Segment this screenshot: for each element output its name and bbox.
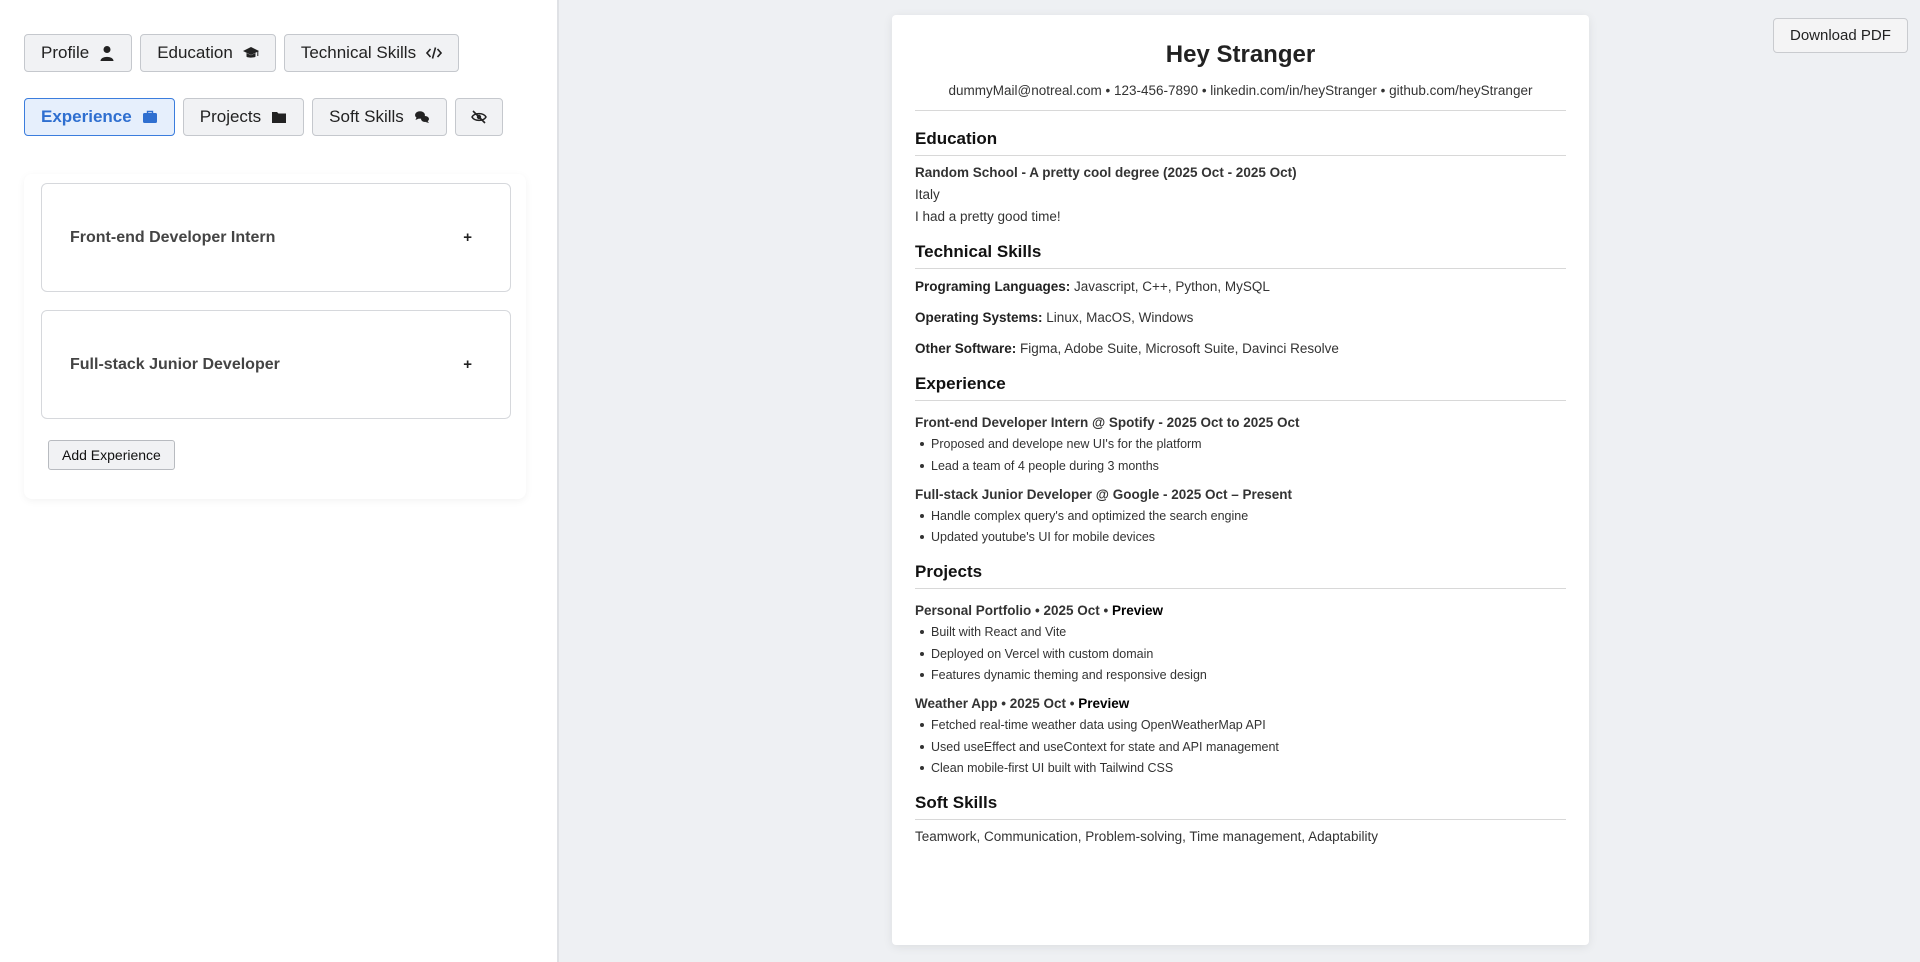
tab-label: Projects (199, 107, 262, 126)
project-bullets: Fetched real-time weather data using Ope… (915, 718, 1566, 775)
skill-value: Figma, Adobe Suite, Microsoft Suite, Dav… (1016, 341, 1339, 356)
resume-projects-section: Projects Personal Portfolio • 2025 Oct •… (915, 562, 1566, 775)
resume-education-section: Education Random School - A pretty cool … (915, 129, 1566, 224)
skill-label: Programing Languages: (915, 279, 1071, 294)
resume-soft-skills-section: Soft Skills Teamwork, Communication, Pro… (915, 793, 1566, 844)
section-tabs-row-1: Profile Education Technical Skills (24, 34, 460, 72)
skill-value: Javascript, C++, Python, MySQL (1070, 279, 1270, 294)
code-icon (426, 45, 443, 61)
expand-toggle[interactable]: + (463, 229, 472, 246)
list-item: Lead a team of 4 people during 3 months (915, 459, 1566, 473)
tab-technical-skills[interactable]: Technical Skills (283, 34, 460, 72)
project-preview-link[interactable]: Preview (1078, 696, 1129, 711)
education-description: I had a pretty good time! (915, 209, 1061, 224)
project-title: Weather App • 2025 Oct • (915, 696, 1079, 711)
toggle-preview-button[interactable] (454, 98, 503, 136)
tab-projects[interactable]: Projects (182, 98, 305, 136)
tab-education[interactable]: Education (140, 34, 276, 72)
skill-label: Other Software: (915, 341, 1017, 356)
job-heading: Front-end Developer Intern @ Spotify - 2… (915, 415, 1300, 430)
tab-experience[interactable]: Experience (24, 98, 175, 136)
list-item: Fetched real-time weather data using Ope… (915, 718, 1566, 732)
resume-name: Hey Stranger (1165, 41, 1316, 68)
download-pdf-button[interactable]: Download PDF (1773, 18, 1908, 53)
list-item: Proposed and develope new UI's for the p… (915, 437, 1566, 451)
comments-icon (414, 109, 430, 125)
skill-languages: Programing Languages: Javascript, C++, P… (915, 279, 1566, 294)
user-icon (99, 45, 115, 61)
tab-soft-skills[interactable]: Soft Skills (312, 98, 447, 136)
section-title: Education (915, 129, 1566, 156)
section-title: Projects (915, 562, 1566, 589)
tab-label: Technical Skills (300, 43, 417, 62)
resume-contact: dummyMail@notreal.com • 123-456-7890 • l… (915, 83, 1566, 111)
folder-icon (271, 109, 287, 125)
soft-skills-text: Teamwork, Communication, Problem-solving… (915, 829, 1378, 844)
tab-label: Soft Skills (329, 107, 404, 126)
add-experience-button[interactable]: Add Experience (48, 440, 175, 470)
project-entry: Weather App • 2025 Oct • Preview Fetched… (915, 696, 1566, 775)
list-item: Handle complex query's and optimized the… (915, 509, 1566, 523)
graduation-cap-icon (242, 45, 259, 61)
skill-software: Other Software: Figma, Adobe Suite, Micr… (915, 341, 1566, 356)
list-item: Updated youtube's UI for mobile devices (915, 530, 1566, 544)
tab-label: Education (157, 43, 233, 62)
education-location: Italy (915, 187, 940, 202)
list-item: Clean mobile-first UI built with Tailwin… (915, 761, 1566, 775)
expand-toggle[interactable]: + (463, 356, 472, 373)
editor-sidebar: Profile Education Technical Skills Exper… (0, 0, 559, 962)
list-item: Built with React and Vite (915, 625, 1566, 639)
experience-panel: Front-end Developer Intern + Full-stack … (24, 174, 526, 499)
job-bullets: Proposed and develope new UI's for the p… (915, 437, 1566, 473)
skill-value: Linux, MacOS, Windows (1042, 310, 1194, 325)
briefcase-icon (142, 109, 158, 125)
job-heading: Full-stack Junior Developer @ Google - 2… (915, 486, 1293, 502)
project-title: Personal Portfolio • 2025 Oct • (915, 603, 1113, 618)
job-entry: Front-end Developer Intern @ Spotify - 2… (915, 415, 1566, 473)
project-heading: Weather App • 2025 Oct • Preview (915, 696, 1566, 711)
tab-profile[interactable]: Profile (24, 34, 133, 72)
eye-slash-icon (470, 109, 487, 125)
project-bullets: Built with React and Vite Deployed on Ve… (915, 625, 1566, 682)
skill-label: Operating Systems: (915, 310, 1043, 325)
resume-experience-section: Experience Front-end Developer Intern @ … (915, 374, 1566, 544)
education-heading: Random School - A pretty cool degree (20… (915, 165, 1297, 180)
experience-item[interactable]: Full-stack Junior Developer + (41, 310, 511, 419)
section-title: Technical Skills (915, 242, 1566, 269)
resume-preview: Hey Stranger dummyMail@notreal.com • 123… (892, 15, 1589, 945)
section-title: Soft Skills (915, 793, 1566, 820)
experience-item-title: Full-stack Junior Developer (70, 355, 280, 373)
project-heading: Personal Portfolio • 2025 Oct • Preview (915, 603, 1566, 618)
resume-technical-section: Technical Skills Programing Languages: J… (915, 242, 1566, 356)
tab-label: Profile (41, 43, 90, 62)
section-tabs-row-2: Experience Projects Soft Skills (24, 98, 503, 136)
project-entry: Personal Portfolio • 2025 Oct • Preview … (915, 603, 1566, 682)
skill-os: Operating Systems: Linux, MacOS, Windows (915, 310, 1566, 325)
experience-item[interactable]: Front-end Developer Intern + (41, 183, 511, 292)
list-item: Deployed on Vercel with custom domain (915, 647, 1566, 661)
job-bullets: Handle complex query's and optimized the… (915, 509, 1566, 544)
job-entry: Full-stack Junior Developer @ Google - 2… (915, 487, 1566, 545)
tab-label: Experience (41, 107, 132, 126)
experience-item-title: Front-end Developer Intern (70, 228, 276, 246)
list-item: Features dynamic theming and responsive … (915, 668, 1566, 682)
list-item: Used useEffect and useContext for state … (915, 740, 1566, 754)
project-preview-link[interactable]: Preview (1112, 603, 1163, 618)
section-title: Experience (915, 374, 1566, 401)
